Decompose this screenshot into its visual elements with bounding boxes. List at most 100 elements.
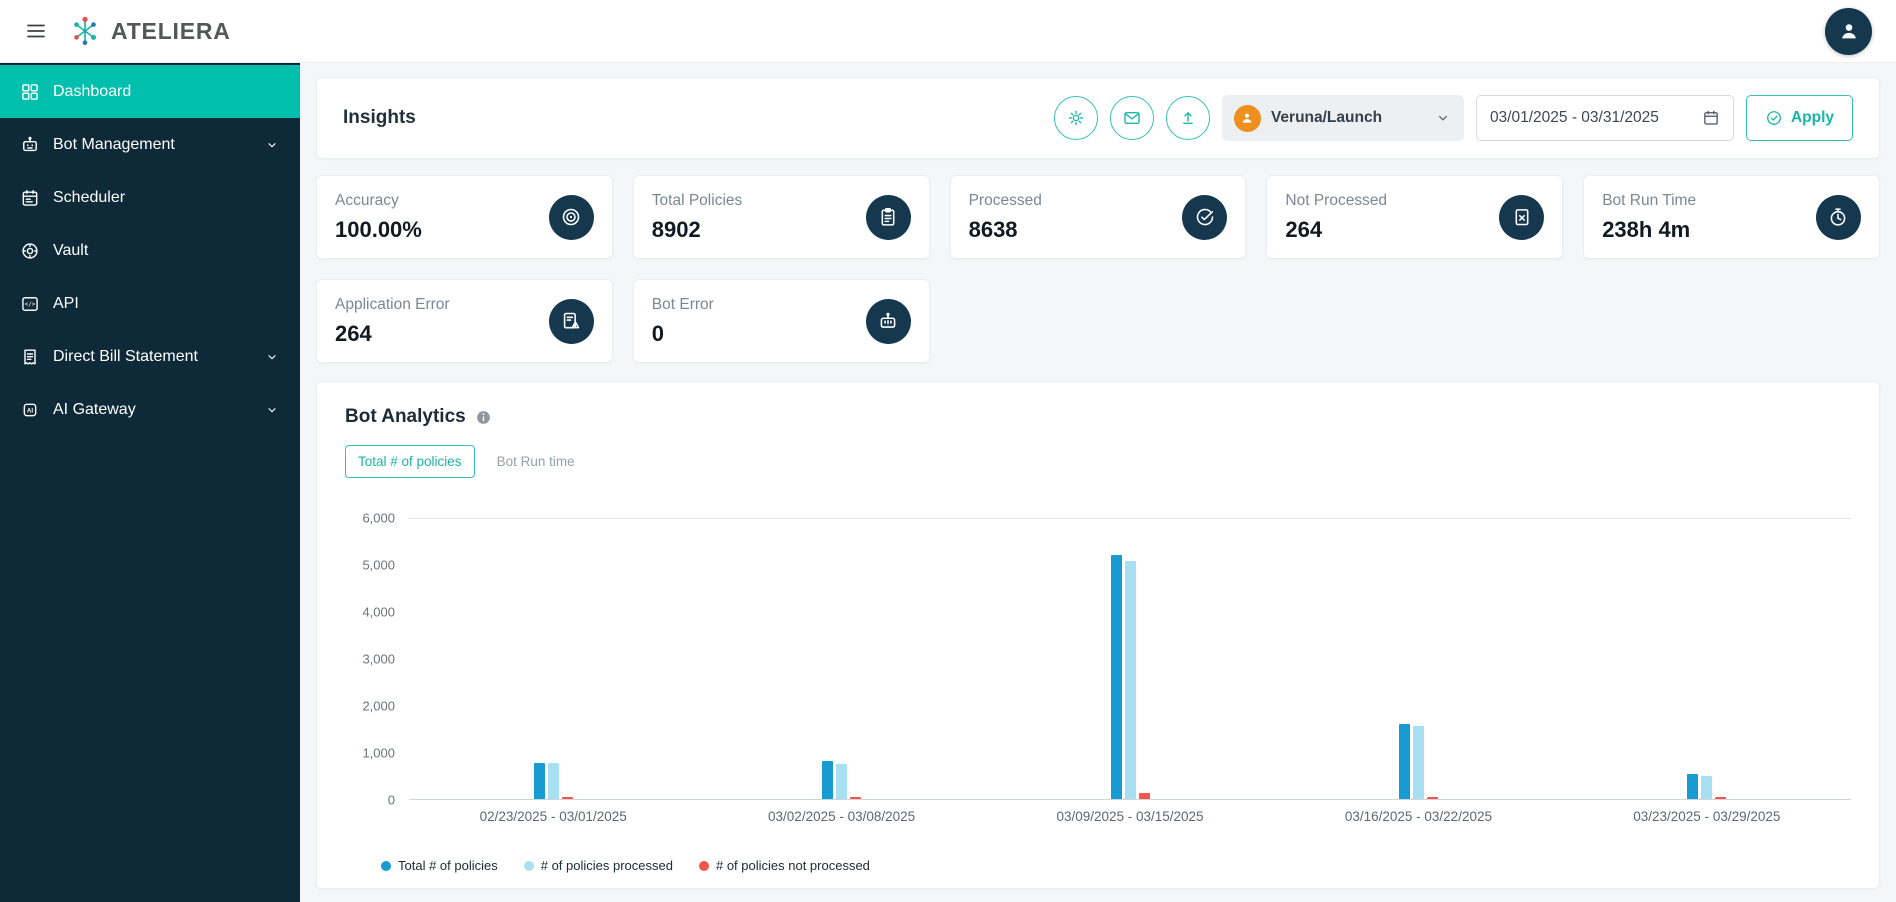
tab-total-of-policies[interactable]: Total # of policies <box>345 445 475 478</box>
upload-icon <box>1178 108 1198 128</box>
ateliera-logo-icon <box>68 14 102 48</box>
y-tick-label: 6,000 <box>362 511 395 526</box>
bar-of-policies-not-processed <box>562 797 573 799</box>
sidebar-item-label: AI Gateway <box>53 401 251 419</box>
ai-icon: AI <box>20 400 40 420</box>
app-error-icon <box>549 299 594 344</box>
legend-item-of-policies-processed: # of policies processed <box>524 858 673 873</box>
info-icon[interactable] <box>475 409 492 426</box>
stat-label: Accuracy <box>335 192 422 210</box>
chevron-down-icon <box>264 349 280 365</box>
dashboard-icon <box>20 82 40 102</box>
policies-icon <box>866 195 911 240</box>
tab-bot-run-time[interactable]: Bot Run time <box>495 446 577 477</box>
bar-total-of-policies <box>534 763 545 799</box>
y-tick-label: 5,000 <box>362 558 395 573</box>
main-content: Insights Veruna/Launch 03/01/2025 - 03/3… <box>300 63 1896 902</box>
stat-text: Bot Run Time238h 4m <box>1602 192 1696 243</box>
apply-label: Apply <box>1791 109 1834 127</box>
tenant-dropdown[interactable]: Veruna/Launch <box>1222 95 1464 141</box>
sidebar-item-ai-gateway[interactable]: AI AI Gateway <box>0 383 300 436</box>
gear-icon <box>1066 108 1086 128</box>
user-icon <box>1838 20 1860 42</box>
stat-value: 8902 <box>652 217 742 243</box>
sidebar-item-label: Vault <box>53 242 280 260</box>
sidebar-item-vault[interactable]: Vault <box>0 224 300 277</box>
stat-text: Not Processed 264 <box>1285 192 1387 243</box>
y-tick-label: 1,000 <box>362 746 395 761</box>
y-tick-label: 3,000 <box>362 652 395 667</box>
y-tick-label: 4,000 <box>362 605 395 620</box>
y-tick-label: 0 <box>388 793 395 808</box>
sidebar-item-direct-bill-statement[interactable]: Direct Bill Statement <box>0 330 300 383</box>
sidebar-item-label: Direct Bill Statement <box>53 348 251 366</box>
stats-row-2: Application Error264 Bot Error 0 <box>316 279 1880 363</box>
stat-card-total-policies: Total Policies 8902 <box>633 175 930 259</box>
sidebar-item-api[interactable]: </>API <box>0 277 300 330</box>
bot-analytics-card: Bot Analytics Total # of policies Bot Run… <box>316 381 1880 889</box>
user-icon <box>1240 111 1254 125</box>
stat-text: Bot Error 0 <box>652 296 714 347</box>
sidebar-item-bot-management[interactable]: Bot Management <box>0 118 300 171</box>
legend-dot <box>524 861 534 871</box>
menu-icon <box>24 19 48 43</box>
stat-label: Total Policies <box>652 192 742 210</box>
stat-text: Application Error264 <box>335 296 450 347</box>
apply-button[interactable]: Apply <box>1746 95 1853 141</box>
sidebar-item-label: Bot Management <box>53 136 251 154</box>
analytics-title: Bot Analytics <box>345 406 466 428</box>
stat-label: Bot Error <box>652 296 714 314</box>
chevron-down-icon <box>264 402 280 418</box>
menu-button[interactable] <box>24 19 48 43</box>
bar-total-of-policies <box>1111 555 1122 799</box>
bar-total-of-policies <box>1687 774 1698 799</box>
sidebar-item-dashboard[interactable]: Dashboard <box>0 65 300 118</box>
stat-card-accuracy: Accuracy 100.00% <box>316 175 613 259</box>
date-range-value: 03/01/2025 - 03/31/2025 <box>1490 109 1659 127</box>
x-tick-label: 03/02/2025 - 03/08/2025 <box>697 809 985 824</box>
check-circle-icon <box>1765 109 1783 127</box>
insights-controls: Veruna/Launch 03/01/2025 - 03/31/2025 Ap… <box>1054 95 1853 141</box>
stat-label: Application Error <box>335 296 450 314</box>
stat-card-not-processed: Not Processed 264 <box>1266 175 1563 259</box>
bar-of-policies-processed <box>836 764 847 799</box>
calendar-icon <box>1702 109 1720 127</box>
target-icon <box>549 195 594 240</box>
stat-value: 100.00% <box>335 217 422 243</box>
chart-plot <box>409 518 1851 800</box>
brand-name: ATELIERA <box>111 18 231 45</box>
legend-label: # of policies processed <box>541 858 673 873</box>
profile-button[interactable] <box>1825 8 1872 55</box>
chart-plot-column: 02/23/2025 - 03/01/202503/02/2025 - 03/0… <box>409 518 1851 824</box>
svg-text:AI: AI <box>27 407 33 414</box>
chevron-down-icon <box>264 137 280 153</box>
processed-icon <box>1182 195 1227 240</box>
stat-value: 0 <box>652 321 714 347</box>
runtime-icon <box>1816 195 1861 240</box>
sidebar-item-label: Dashboard <box>53 83 280 101</box>
legend-dot <box>699 861 709 871</box>
chart: 6,0005,0004,0003,0002,0001,0000 02/23/20… <box>345 518 1851 824</box>
top-bar: ATELIERA <box>0 0 1896 63</box>
tenant-avatar <box>1234 105 1261 132</box>
vault-icon <box>20 241 40 261</box>
x-tick-label: 03/23/2025 - 03/29/2025 <box>1563 809 1851 824</box>
chart-legend: Total # of policies# of policies process… <box>345 858 1851 873</box>
chart-y-axis: 6,0005,0004,0003,0002,0001,0000 <box>345 518 409 800</box>
api-icon: </> <box>20 294 40 314</box>
bar-group <box>1274 519 1562 799</box>
date-range-input[interactable]: 03/01/2025 - 03/31/2025 <box>1476 95 1734 141</box>
bar-of-policies-processed <box>548 763 559 799</box>
bar-of-policies-processed <box>1125 561 1136 799</box>
stat-value: 264 <box>1285 217 1387 243</box>
scheduler-icon <box>20 188 40 208</box>
mail-button[interactable] <box>1110 96 1154 140</box>
export-button[interactable] <box>1166 96 1210 140</box>
stat-label: Not Processed <box>1285 192 1387 210</box>
sidebar-item-scheduler[interactable]: Scheduler <box>0 171 300 224</box>
settings-button[interactable] <box>1054 96 1098 140</box>
stat-text: Processed8638 <box>969 192 1042 243</box>
bar-total-of-policies <box>822 761 833 799</box>
mail-icon <box>1122 108 1142 128</box>
bill-icon <box>20 347 40 367</box>
